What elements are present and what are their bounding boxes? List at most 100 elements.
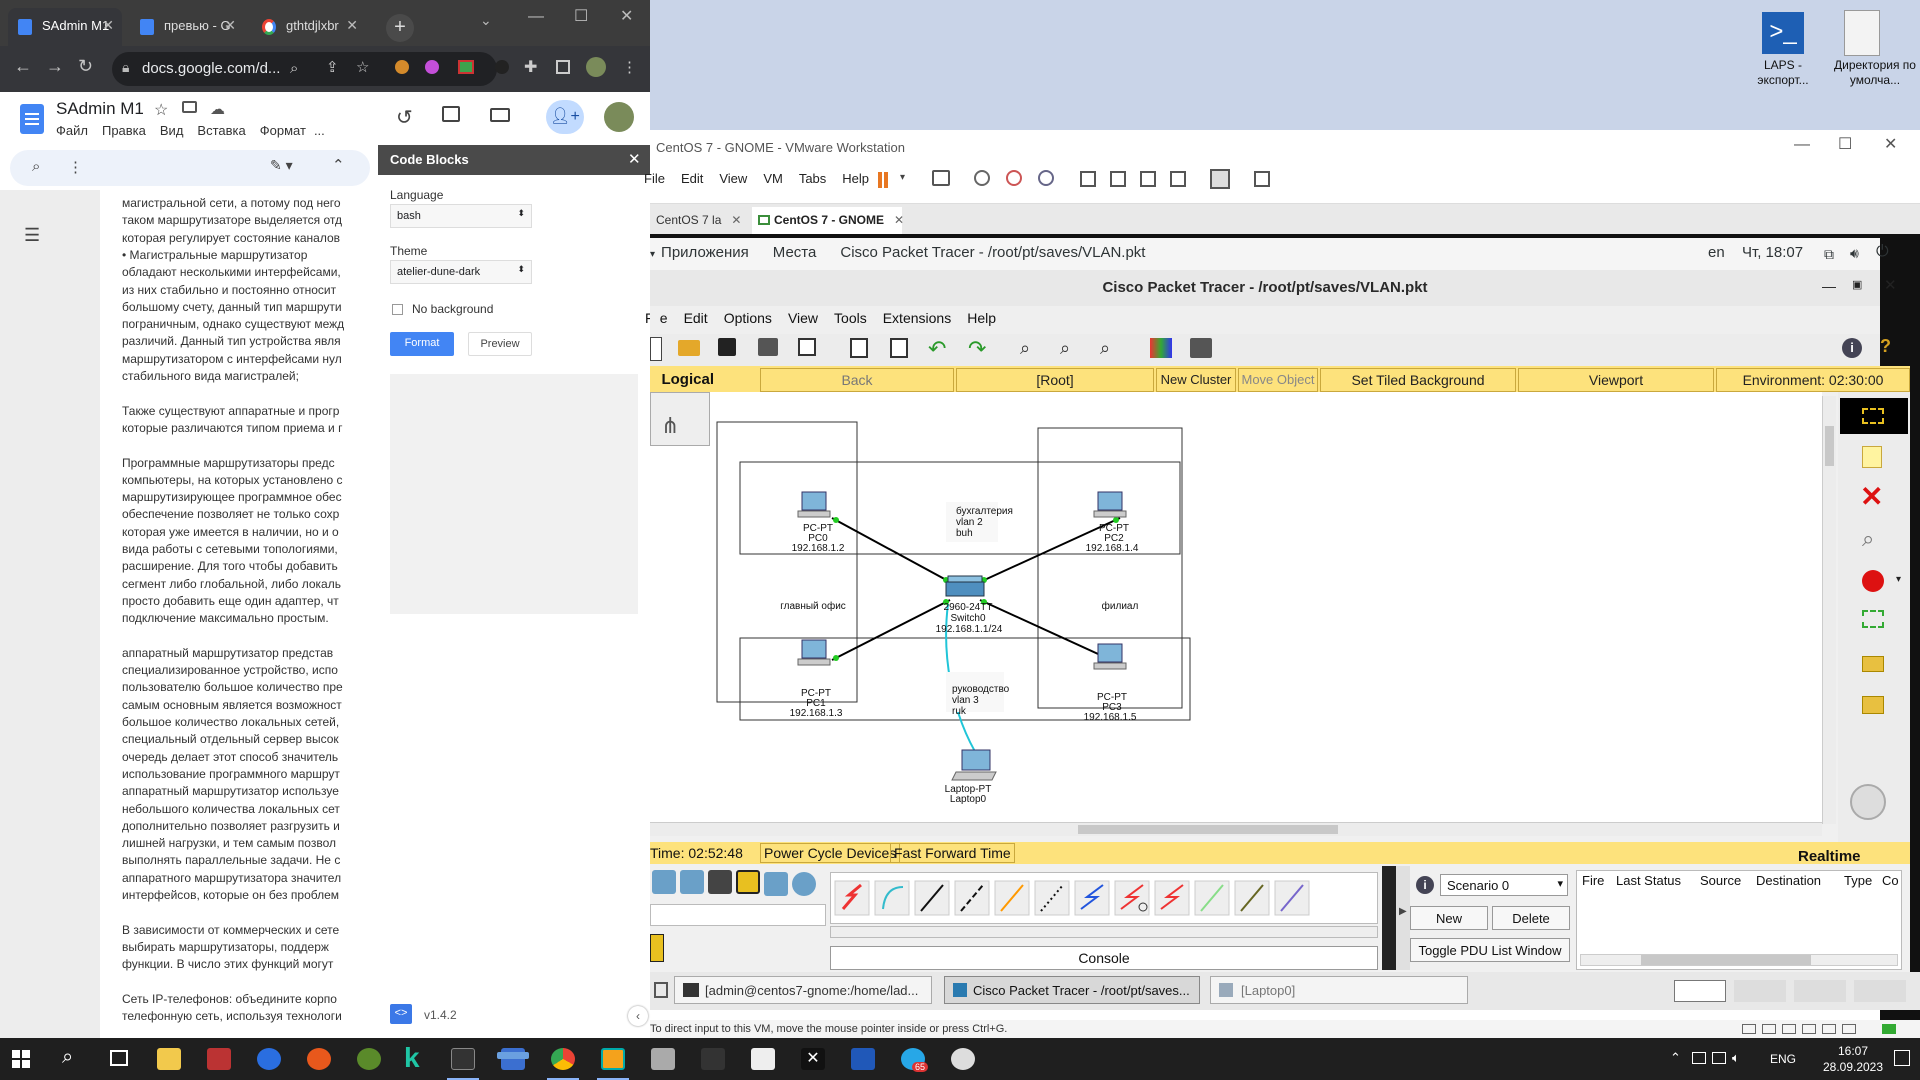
firefox-icon[interactable]: [307, 1048, 331, 1070]
new-file-icon[interactable]: [650, 337, 662, 361]
phone-cable-icon[interactable]: [1034, 880, 1070, 916]
window-close-button[interactable]: ✕: [620, 6, 633, 26]
account-avatar[interactable]: [604, 102, 634, 132]
window-close-button[interactable]: ✕: [1884, 276, 1897, 294]
info-icon[interactable]: i: [1842, 338, 1862, 358]
delete-icon[interactable]: ✕: [1860, 480, 1883, 513]
realtime-clock-icon[interactable]: [1850, 784, 1886, 820]
star-icon[interactable]: ☆: [154, 100, 168, 120]
col-destination[interactable]: Destination: [1756, 873, 1821, 888]
chrome-tab-sadmin[interactable]: SAdmin M1 ✕: [8, 8, 122, 46]
fiber-cable-icon[interactable]: [994, 880, 1030, 916]
workspace-4[interactable]: [1854, 980, 1906, 1002]
minimize-button[interactable]: —: [528, 8, 544, 26]
custom-device-icon[interactable]: [1190, 338, 1212, 358]
menu-tools[interactable]: Tools: [834, 310, 867, 326]
meet-icon[interactable]: [490, 108, 510, 122]
zoom-out-icon[interactable]: ⌕: [1100, 338, 1110, 359]
extension-icon[interactable]: [458, 60, 474, 74]
chevron-up-icon[interactable]: ⌃: [332, 156, 345, 174]
auto-connection-icon[interactable]: [834, 880, 870, 916]
extension-icon[interactable]: [425, 60, 439, 74]
close-icon[interactable]: ✕: [628, 150, 641, 168]
pc-icon[interactable]: [1093, 491, 1127, 518]
show-desktop-icon[interactable]: [654, 982, 668, 998]
col-color[interactable]: Co: [1882, 873, 1899, 888]
task-view-icon[interactable]: [110, 1050, 128, 1066]
doc-title[interactable]: SAdmin M1: [56, 99, 144, 119]
sidepanel-icon[interactable]: [556, 60, 570, 74]
taskbar-date[interactable]: 28.09.2023: [1818, 1060, 1888, 1074]
collapse-panel-button[interactable]: ‹: [628, 1006, 648, 1026]
col-source[interactable]: Source: [1700, 873, 1741, 888]
menu-insert[interactable]: Вставка: [197, 123, 245, 138]
pc-icon[interactable]: [797, 491, 831, 518]
paste-icon[interactable]: [890, 338, 908, 358]
environment-button[interactable]: Environment: 02:30:00: [1716, 368, 1910, 392]
add-complex-pdu-icon[interactable]: [1862, 696, 1884, 714]
tab-search-icon[interactable]: ⌄: [480, 12, 492, 29]
crossover-cable-icon[interactable]: [954, 880, 990, 916]
usb-cable-icon[interactable]: [1274, 880, 1310, 916]
pause-icon[interactable]: [878, 172, 882, 188]
sound-icon[interactable]: [1822, 1024, 1836, 1034]
menu-file[interactable]: File: [644, 171, 665, 186]
back-button[interactable]: Back: [760, 368, 954, 392]
info-icon[interactable]: i: [1416, 876, 1434, 894]
address-bar[interactable]: 🔒︎ docs.google.com/d...: [112, 52, 497, 86]
maximize-button[interactable]: ☐: [574, 6, 588, 26]
menu-icon[interactable]: ⋮: [622, 58, 637, 76]
connection-type-icon[interactable]: [650, 934, 664, 962]
new-scenario-button[interactable]: New: [1410, 906, 1488, 930]
volume-icon[interactable]: 🔊︎: [1850, 245, 1859, 262]
theme-select[interactable]: atelier-dune-dark ⬍: [390, 260, 532, 284]
fast-forward-button[interactable]: Fast Forward Time: [890, 843, 1015, 863]
menu-vm[interactable]: VM: [763, 171, 783, 186]
menu-view[interactable]: View: [719, 171, 747, 186]
menu-view[interactable]: Вид: [160, 123, 184, 138]
resize-shape-icon[interactable]: [1862, 610, 1884, 628]
reload-icon[interactable]: ↻: [78, 56, 93, 77]
network-icon[interactable]: ⧉: [1824, 246, 1834, 263]
menu-file[interactable]: Файл: [56, 123, 88, 138]
places-menu[interactable]: Места: [773, 244, 817, 261]
close-icon[interactable]: ✕: [224, 17, 236, 34]
iot-cable-icon[interactable]: [1234, 880, 1270, 916]
open-folder-icon[interactable]: [678, 340, 700, 356]
hub-category-icon[interactable]: [708, 870, 732, 894]
expand-icon[interactable]: ▶: [1396, 866, 1410, 970]
extension-icon[interactable]: [495, 60, 509, 74]
scenario-select[interactable]: Scenario 0 ▾: [1440, 874, 1568, 896]
input-language[interactable]: ENG: [1770, 1052, 1796, 1066]
applications-menu[interactable]: Приложения: [661, 244, 749, 261]
undo-icon[interactable]: ↶: [928, 336, 946, 362]
serial-dce-icon[interactable]: [1114, 880, 1150, 916]
chevron-up-icon[interactable]: ⌃: [1670, 1050, 1681, 1066]
tray-icon[interactable]: [1712, 1052, 1726, 1064]
revert-snapshot-icon[interactable]: [1006, 170, 1022, 186]
draw-shape-icon[interactable]: [1862, 570, 1884, 592]
horizontal-scrollbar[interactable]: [650, 822, 1822, 836]
thumbnail-icon[interactable]: [1110, 171, 1126, 187]
chevron-down-icon[interactable]: ▾: [1896, 574, 1901, 585]
snapshot-icon[interactable]: [974, 170, 990, 186]
close-icon[interactable]: ✕: [894, 213, 904, 227]
no-background-checkbox[interactable]: [392, 304, 403, 315]
usb-icon[interactable]: [1802, 1024, 1816, 1034]
power-icon[interactable]: ⏻: [1876, 243, 1889, 261]
close-icon[interactable]: ✕: [346, 17, 358, 34]
move-folder-icon[interactable]: [182, 101, 197, 113]
hdd-icon[interactable]: [1742, 1024, 1756, 1034]
desktop-icon-laps[interactable]: LAPS - экспорт...: [1738, 58, 1828, 88]
zoom-reset-icon[interactable]: ⌕: [1060, 338, 1070, 359]
window-close-button[interactable]: ✕: [1884, 134, 1897, 154]
keyboard-layout[interactable]: en: [1708, 244, 1725, 261]
document-file-icon[interactable]: [1844, 10, 1880, 56]
set-tiled-background-button[interactable]: Set Tiled Background: [1320, 368, 1516, 392]
avatar[interactable]: [586, 57, 606, 77]
move-object-button[interactable]: Move Object: [1238, 368, 1318, 392]
powershell-icon[interactable]: [851, 1048, 875, 1070]
display-icon[interactable]: [1842, 1024, 1856, 1034]
wireless-category-icon[interactable]: [792, 872, 816, 896]
menu-more[interactable]: ...: [314, 123, 325, 138]
